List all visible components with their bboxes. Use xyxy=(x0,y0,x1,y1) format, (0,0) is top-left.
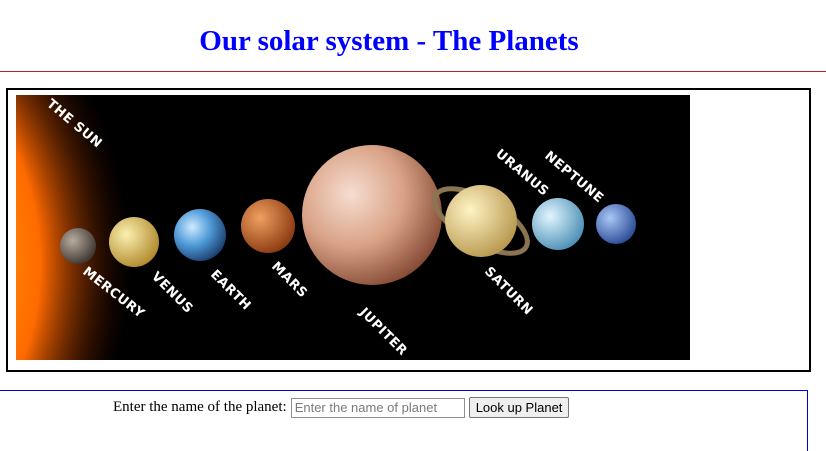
planet-name-input[interactable] xyxy=(290,397,465,418)
lookup-planet-button[interactable]: Look up Planet xyxy=(468,397,570,418)
header-divider xyxy=(0,71,826,72)
mars-graphic xyxy=(241,199,295,253)
venus-graphic xyxy=(109,217,159,267)
solar-system-image: THE SUN MERCURY VENUS EARTH MARS JUPITER… xyxy=(16,95,690,360)
planet-lookup-form: Enter the name of the planet: Look up Pl… xyxy=(0,390,808,451)
lookup-form-row: Enter the name of the planet: Look up Pl… xyxy=(113,397,570,418)
earth-graphic xyxy=(174,209,226,261)
jupiter-graphic xyxy=(302,145,442,285)
uranus-graphic xyxy=(532,198,584,250)
neptune-graphic xyxy=(596,204,636,244)
solar-system-image-frame: THE SUN MERCURY VENUS EARTH MARS JUPITER… xyxy=(6,88,811,372)
mercury-graphic xyxy=(60,228,96,264)
page-title: Our solar system - The Planets xyxy=(199,25,579,58)
saturn-graphic xyxy=(445,185,517,257)
planet-name-label: Enter the name of the planet: xyxy=(113,399,287,415)
